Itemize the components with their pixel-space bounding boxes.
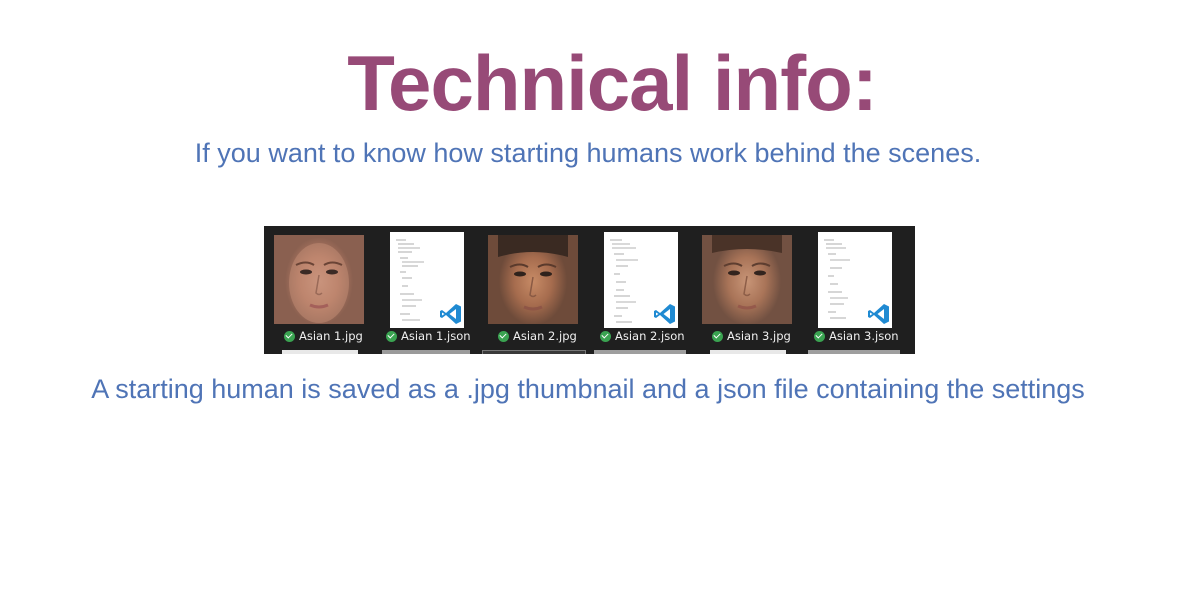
vscode-icon bbox=[440, 304, 461, 324]
synced-check-icon bbox=[712, 330, 723, 342]
synced-check-icon bbox=[386, 330, 397, 342]
synced-check-icon bbox=[284, 330, 295, 342]
file-item-asian-3-json[interactable]: Asian 3.json bbox=[792, 226, 899, 354]
face-image bbox=[712, 235, 782, 310]
synced-check-icon bbox=[600, 330, 611, 342]
file-item-asian-2-jpg[interactable]: Asian 2.jpg bbox=[478, 226, 578, 354]
next-row-thumbnail bbox=[282, 350, 358, 354]
slide-caption: A starting human is saved as a .jpg thum… bbox=[91, 374, 1085, 404]
slide-title: Technical info: bbox=[347, 39, 878, 127]
next-row-thumbnail bbox=[594, 350, 686, 354]
file-name: Asian 2.jpg bbox=[513, 329, 577, 343]
file-name: Asian 2.json bbox=[615, 329, 685, 343]
synced-check-icon bbox=[814, 330, 825, 342]
file-label: Asian 3.json bbox=[814, 327, 915, 345]
document-text-lines bbox=[396, 239, 424, 321]
synced-check-icon bbox=[498, 330, 509, 342]
face-image bbox=[289, 243, 349, 323]
next-row-thumbnail bbox=[808, 350, 900, 354]
face-thumbnail bbox=[702, 235, 792, 324]
face-image bbox=[498, 235, 568, 311]
document-text-lines bbox=[610, 239, 638, 323]
vscode-icon bbox=[654, 304, 675, 324]
file-item-asian-1-json[interactable]: Asian 1.json bbox=[364, 226, 471, 354]
file-item-asian-2-json[interactable]: Asian 2.json bbox=[578, 226, 685, 354]
file-name: Asian 3.jpg bbox=[727, 329, 791, 343]
file-name: Asian 1.jpg bbox=[299, 329, 363, 343]
json-document-thumbnail bbox=[818, 232, 892, 328]
json-document-thumbnail bbox=[390, 232, 464, 328]
file-name: Asian 3.json bbox=[829, 329, 899, 343]
next-row-thumbnail bbox=[382, 350, 470, 354]
next-row-thumbnail bbox=[710, 350, 786, 354]
vscode-icon bbox=[868, 304, 889, 324]
file-item-asian-1-jpg[interactable]: Asian 1.jpg bbox=[264, 226, 364, 354]
file-name: Asian 1.json bbox=[401, 329, 471, 343]
face-thumbnail bbox=[488, 235, 578, 324]
file-explorer-view: Asian 1.jpg Asian 1.json Asian 2.jpg Asi… bbox=[264, 226, 915, 354]
file-item-asian-3-jpg[interactable]: Asian 3.jpg bbox=[692, 226, 792, 354]
json-document-thumbnail bbox=[604, 232, 678, 328]
slide-subtitle: If you want to know how starting humans … bbox=[194, 138, 982, 168]
next-row-thumbnail bbox=[482, 350, 586, 354]
face-thumbnail bbox=[274, 235, 364, 324]
document-text-lines bbox=[824, 239, 850, 319]
